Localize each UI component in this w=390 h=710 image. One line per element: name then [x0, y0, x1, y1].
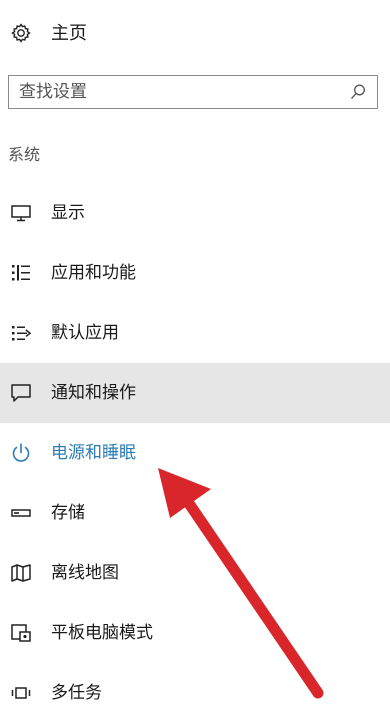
tablet-mode-icon — [10, 622, 32, 644]
sidebar-item-label: 平板电脑模式 — [51, 623, 153, 643]
sidebar-item-label: 应用和功能 — [51, 263, 136, 283]
home-nav-item[interactable]: 主页 — [0, 12, 390, 56]
sidebar-item-label: 默认应用 — [51, 323, 119, 343]
sidebar-item-power-sleep[interactable]: 电源和睡眠 — [0, 423, 390, 483]
gear-icon — [10, 22, 32, 44]
sidebar-item-display[interactable]: 显示 — [0, 183, 390, 243]
sidebar-item-label: 显示 — [51, 203, 85, 223]
speech-bubble-icon — [10, 382, 32, 404]
search-icon[interactable] — [349, 83, 367, 101]
sidebar-item-label: 离线地图 — [51, 563, 119, 583]
power-icon — [10, 442, 32, 464]
settings-window: 主页 系统 显示 — [0, 0, 390, 710]
sidebar-item-storage[interactable]: 存储 — [0, 483, 390, 543]
sidebar-item-multitasking[interactable]: 多任务 — [0, 663, 390, 710]
sidebar-item-default-apps[interactable]: 默认应用 — [0, 303, 390, 363]
section-title: 系统 — [8, 145, 41, 164]
sidebar-item-label: 多任务 — [51, 683, 102, 703]
sidebar-item-notifications-actions[interactable]: 通知和操作 — [0, 363, 390, 423]
search-input[interactable] — [19, 76, 339, 107]
sidebar-item-label: 通知和操作 — [51, 383, 136, 403]
search-box[interactable] — [8, 75, 378, 109]
map-icon — [10, 562, 32, 584]
sidebar-item-tablet-mode[interactable]: 平板电脑模式 — [0, 603, 390, 663]
storage-icon — [10, 502, 32, 524]
multitask-icon — [10, 682, 32, 704]
default-apps-icon — [10, 322, 32, 344]
sidebar-item-label: 电源和睡眠 — [51, 443, 136, 463]
sidebar-item-label: 存储 — [51, 503, 85, 523]
home-label: 主页 — [51, 23, 87, 44]
monitor-icon — [10, 202, 32, 224]
list-icon — [10, 262, 32, 284]
sidebar-item-apps-features[interactable]: 应用和功能 — [0, 243, 390, 303]
sidebar-item-offline-maps[interactable]: 离线地图 — [0, 543, 390, 603]
